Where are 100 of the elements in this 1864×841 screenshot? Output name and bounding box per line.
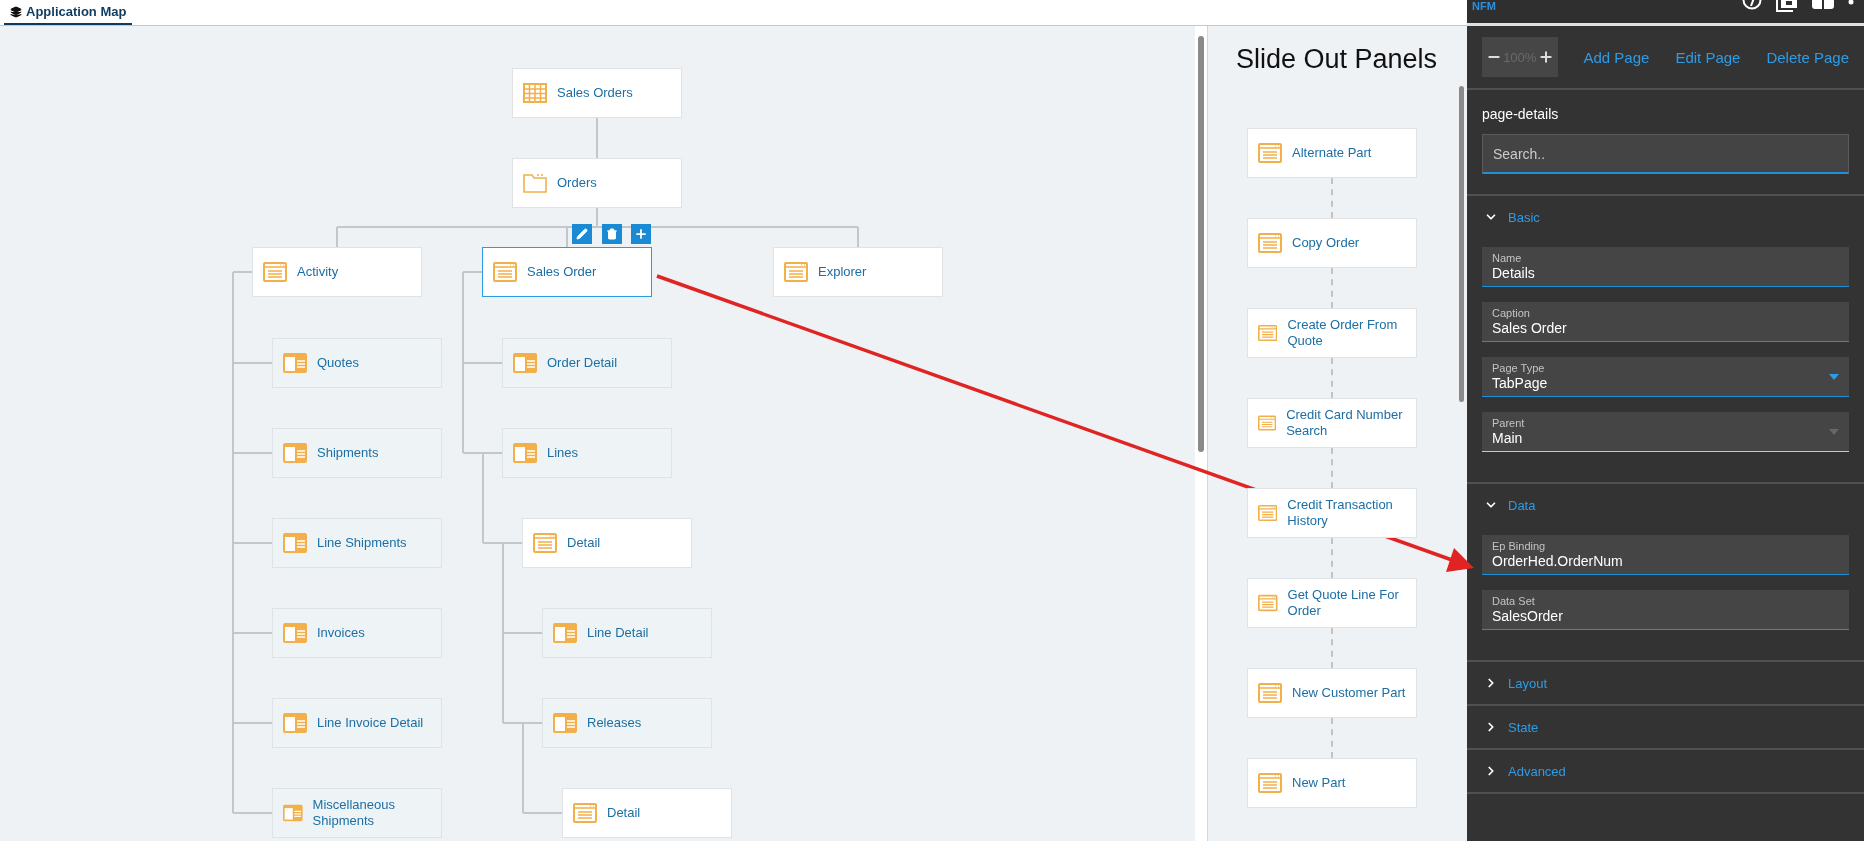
slide-out-node[interactable]: Get Quote Line For Order: [1247, 578, 1417, 628]
field-value: OrderHed.OrderNum: [1492, 553, 1623, 570]
field-value: Details: [1492, 265, 1535, 282]
page-node[interactable]: Activity: [252, 247, 422, 297]
panel-icon: [513, 353, 537, 373]
panel-icon: [283, 713, 307, 733]
panel-icon: [283, 803, 303, 823]
panel-title: Slide Out Panels: [1235, 43, 1439, 76]
layers-icon: [10, 5, 22, 18]
page-node[interactable]: Invoices: [272, 608, 442, 658]
page-node[interactable]: Orders: [512, 158, 682, 208]
node-label: New Customer Part: [1292, 685, 1407, 701]
window-icon: [1258, 683, 1282, 703]
node-label: Shipments: [317, 445, 380, 461]
field-label: Page Type: [1492, 361, 1546, 375]
grid-icon: [523, 83, 547, 103]
node-label: Credit Card Number Search: [1286, 407, 1404, 439]
page-node[interactable]: Sales Order: [482, 247, 652, 297]
window-icon: [784, 262, 808, 282]
dropdown-field[interactable]: Page Type TabPage: [1482, 357, 1849, 397]
page-node[interactable]: Sales Orders: [512, 68, 682, 118]
text-field[interactable]: Data Set SalesOrder: [1482, 590, 1849, 630]
page-node[interactable]: Line Shipments: [272, 518, 442, 568]
slide-out-node[interactable]: New Part: [1247, 758, 1417, 808]
section-header[interactable]: Data: [1467, 484, 1864, 526]
page-node[interactable]: Releases: [542, 698, 712, 748]
toolbar-link[interactable]: Delete Page: [1766, 48, 1849, 66]
copy-icon[interactable]: [1776, 0, 1798, 12]
section-header[interactable]: Advanced: [1467, 750, 1864, 792]
caret-icon: [1829, 428, 1839, 435]
slide-out-node[interactable]: Credit Transaction History: [1247, 488, 1417, 538]
trash-icon: [606, 228, 618, 240]
node-label: Line Invoice Detail: [317, 715, 425, 731]
text-field[interactable]: Name Details: [1482, 247, 1849, 287]
node-label: Sales Order: [527, 264, 598, 280]
field-label: Name: [1492, 251, 1523, 265]
window-icon: [1258, 323, 1278, 343]
toolbar-link[interactable]: Add Page: [1583, 48, 1650, 66]
box-icon[interactable]: [1812, 0, 1834, 10]
slide-out-node[interactable]: Alternate Part: [1247, 128, 1417, 178]
window-icon: [533, 533, 557, 553]
add-button[interactable]: [631, 224, 651, 244]
panel-icon: [553, 623, 577, 643]
caret-icon: [1829, 373, 1839, 380]
field-value: Main: [1492, 430, 1524, 447]
window-icon: [1258, 413, 1277, 433]
section-header[interactable]: Basic: [1467, 196, 1864, 238]
window-icon: [1258, 143, 1282, 163]
field-label: Parent: [1492, 416, 1525, 430]
search-field[interactable]: Search..: [1482, 134, 1849, 174]
node-label: Activity: [297, 264, 340, 280]
field-value: Sales Order: [1492, 320, 1567, 337]
panel-icon: [513, 443, 537, 463]
field-label: Data Set: [1492, 594, 1536, 608]
node-label: Sales Orders: [557, 85, 634, 101]
node-label: Quotes: [317, 355, 360, 371]
node-label: Detail: [567, 535, 602, 551]
node-label: Miscellaneous Shipments: [312, 797, 396, 829]
delete-button[interactable]: [602, 224, 622, 244]
slide-out-node[interactable]: Create Order From Quote: [1247, 308, 1417, 358]
node-label: Order Detail: [547, 355, 619, 371]
window-icon: [1258, 593, 1278, 613]
window-icon: [1258, 773, 1282, 793]
slide-out-node[interactable]: New Customer Part: [1247, 668, 1417, 718]
page-node[interactable]: Line Detail: [542, 608, 712, 658]
plus-icon[interactable]: [1537, 49, 1554, 65]
window-icon: [1258, 503, 1278, 523]
text-field[interactable]: Ep Binding OrderHed.OrderNum: [1482, 535, 1849, 575]
page-node[interactable]: Detail: [522, 518, 692, 568]
edit-button[interactable]: [572, 224, 592, 244]
field-value: TabPage: [1492, 375, 1548, 392]
page-node[interactable]: Order Detail: [502, 338, 672, 388]
page-node[interactable]: Shipments: [272, 428, 442, 478]
slide-out-node[interactable]: Credit Card Number Search: [1247, 398, 1417, 448]
page-node[interactable]: Miscellaneous Shipments: [272, 788, 442, 838]
slide-out-node[interactable]: Copy Order: [1247, 218, 1417, 268]
node-label: Copy Order: [1292, 235, 1361, 251]
window-icon: [573, 803, 597, 823]
panel-icon: [283, 443, 307, 463]
page-node[interactable]: Detail: [562, 788, 732, 838]
section-header[interactable]: Layout: [1467, 662, 1864, 704]
section-header[interactable]: State: [1467, 706, 1864, 748]
window-icon: [263, 262, 287, 282]
node-label: Alternate Part: [1292, 145, 1373, 161]
page-node[interactable]: Quotes: [272, 338, 442, 388]
brand-label: NFM: [1472, 0, 1496, 12]
page-node[interactable]: Explorer: [773, 247, 943, 297]
page-node[interactable]: Lines: [502, 428, 672, 478]
scrollbar-thumb[interactable]: [1459, 86, 1464, 402]
page-node[interactable]: Line Invoice Detail: [272, 698, 442, 748]
node-label: Line Detail: [587, 625, 650, 641]
panel-icon: [283, 533, 307, 553]
text-field[interactable]: Caption Sales Order: [1482, 302, 1849, 342]
toolbar-link[interactable]: Edit Page: [1675, 48, 1741, 66]
connector-line: [596, 117, 598, 159]
field-label: Caption: [1492, 306, 1531, 320]
panel-icon: [553, 713, 577, 733]
node-label: Explorer: [818, 264, 868, 280]
scrollbar-thumb[interactable]: [1198, 36, 1204, 452]
node-label: Credit Transaction History: [1287, 497, 1394, 529]
